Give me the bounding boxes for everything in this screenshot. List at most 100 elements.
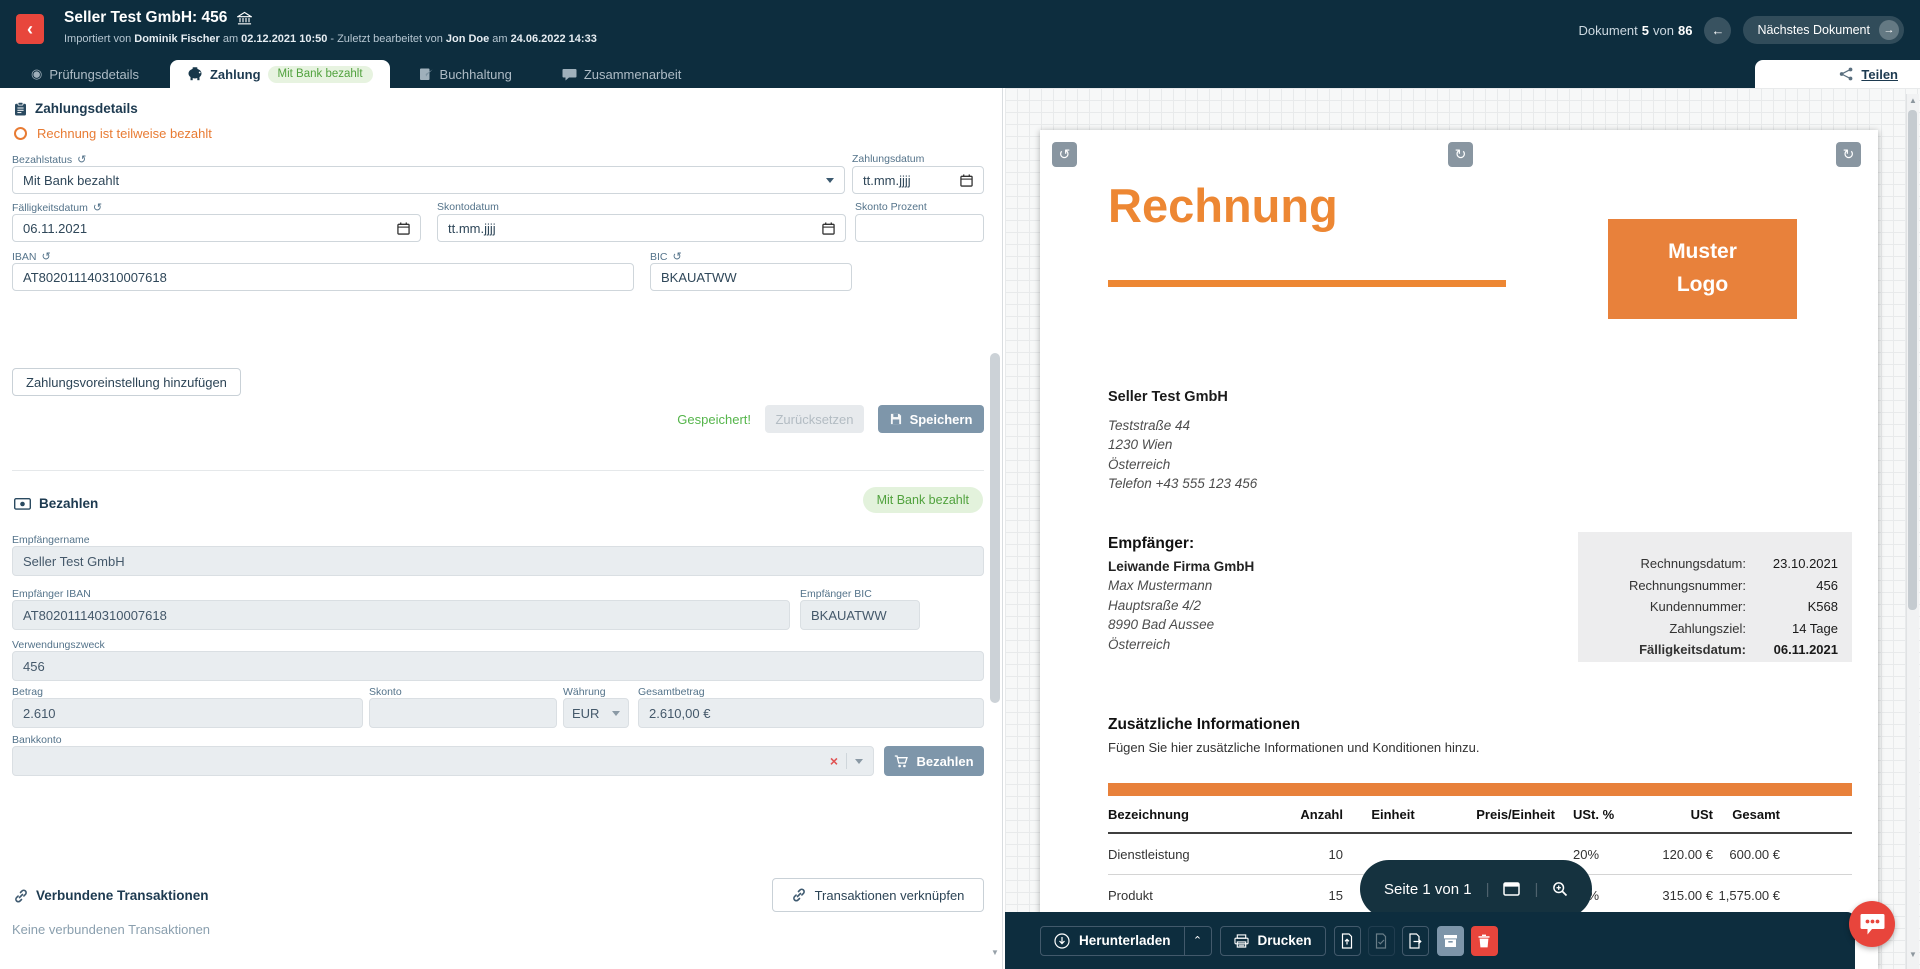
archive-button[interactable]	[1437, 926, 1464, 956]
page-indicator-pill: Seite 1 von 1 | |	[1360, 860, 1592, 918]
doc-total: 86	[1678, 23, 1692, 38]
saved-message: Gespeichert!	[677, 412, 751, 427]
chevron-up-icon: ⌃	[1193, 934, 1202, 947]
bic-input[interactable]: BKAUATWW	[650, 263, 852, 291]
chevron-down-icon[interactable]	[855, 759, 863, 764]
calendar-icon[interactable]	[960, 174, 973, 187]
calendar-icon[interactable]	[822, 222, 835, 235]
editor-name: Jon Doe	[446, 33, 489, 45]
print-button[interactable]: Drucken	[1220, 926, 1326, 956]
link-icon	[14, 889, 28, 903]
scroll-down-arrow-icon[interactable]: ▼	[1909, 950, 1917, 959]
save-floppy-icon	[890, 413, 902, 425]
export-file-button[interactable]	[1402, 926, 1429, 956]
bankkonto-select[interactable]: ×	[12, 746, 874, 776]
scroll-up-arrow-icon[interactable]: ▲	[1909, 96, 1917, 105]
viewer-scrollbar-thumb[interactable]	[1908, 110, 1917, 610]
share-block: Teilen	[1755, 60, 1920, 88]
iban-label: IBAN	[12, 251, 37, 263]
tab-bar: ◉ Prüfungsdetails Zahlung Mit Bank bezah…	[0, 60, 1920, 88]
iban-input[interactable]: AT802011140310007618	[12, 263, 634, 291]
arrow-right-icon: →	[1879, 20, 1899, 40]
empfaenger-iban-input: AT802011140310007618	[12, 600, 790, 630]
table-accent-bar	[1108, 783, 1852, 796]
divider	[846, 753, 847, 769]
edit-date: 24.06.2022 14:33	[511, 33, 597, 45]
download-options-button[interactable]: ⌃	[1185, 926, 1212, 956]
rotate-ccw-button[interactable]: ↺	[1052, 142, 1077, 167]
previous-document-button[interactable]: ←	[1704, 17, 1731, 44]
arrow-left-icon: ←	[1711, 23, 1724, 38]
next-document-button[interactable]: Nächstes Dokument →	[1743, 16, 1904, 44]
waehrung-label: Währung	[563, 686, 606, 698]
sender-address-block: Seller Test GmbH Teststraße 44 1230 Wien…	[1108, 388, 1257, 494]
additional-info-heading: Zusätzliche Informationen	[1108, 716, 1300, 734]
download-button[interactable]: Herunterladen	[1040, 926, 1185, 956]
recipient-address-block: Empfänger: Leiwande Firma GmbH Max Muste…	[1108, 534, 1254, 654]
pay-button[interactable]: Bezahlen	[884, 746, 984, 776]
page-indicator: Seite 1 von 1	[1384, 881, 1472, 898]
viewer-toolbar: Herunterladen ⌃ Drucken	[1005, 912, 1855, 969]
bezahlstatus-label: Bezahlstatus	[12, 154, 72, 166]
left-scrollbar-thumb[interactable]	[990, 353, 1000, 703]
tab-buchhaltung[interactable]: Buchhaltung	[402, 60, 529, 88]
file-up-icon	[1340, 933, 1354, 949]
bezahlstatus-select[interactable]: Mit Bank bezahlt	[12, 166, 845, 194]
additional-info-text: Fügen Sie hier zusätzliche Informationen…	[1108, 740, 1479, 755]
no-transactions-message: Keine verbundenen Transaktionen	[12, 922, 210, 937]
empfaenger-bic-label: Empfänger BIC	[800, 588, 872, 600]
zahlungsdatum-label: Zahlungsdatum	[852, 153, 924, 165]
tab-pruefungsdetails[interactable]: ◉ Prüfungsdetails	[14, 60, 156, 88]
support-chat-button[interactable]	[1849, 901, 1895, 947]
bank-icon	[237, 11, 252, 26]
chevron-down-icon	[612, 711, 620, 716]
share-link[interactable]: Teilen	[1861, 67, 1898, 82]
refresh-button[interactable]: ↻	[1448, 142, 1473, 167]
clipboard-icon	[14, 102, 27, 116]
reset-button[interactable]: Zurücksetzen	[765, 405, 864, 433]
clear-x-icon[interactable]: ×	[830, 753, 838, 769]
section-title-bezahlen: Bezahlen	[39, 496, 98, 511]
empfaenger-bic-input: BKAUATWW	[800, 600, 920, 630]
fit-window-icon[interactable]	[1503, 882, 1520, 896]
save-button[interactable]: Speichern	[878, 405, 984, 433]
verwendungszweck-input: 456	[12, 651, 984, 681]
page-title: Seller Test GmbH: 456	[64, 9, 227, 27]
faelligkeitsdatum-label: Fälligkeitsdatum	[12, 202, 88, 214]
pdf-viewer-panel: ↺ ↻ ↻ Rechnung Muster Logo Seller Test G…	[1005, 88, 1920, 969]
skonto-input	[369, 698, 557, 728]
import-date: 02.12.2021 10:50	[241, 33, 327, 45]
bankkonto-label: Bankkonto	[12, 734, 62, 746]
section-title-transaktionen: Verbundene Transaktionen	[36, 888, 209, 903]
history-icon: ↺	[77, 153, 86, 166]
replace-file-button[interactable]	[1334, 926, 1361, 956]
back-button[interactable]: ‹	[16, 14, 44, 44]
download-icon	[1054, 933, 1070, 949]
zahlungsdatum-input[interactable]: tt.mm.jjjj	[852, 166, 984, 194]
tab-zahlung[interactable]: Zahlung Mit Bank bezahlt	[170, 60, 390, 88]
ledger-icon	[419, 67, 433, 81]
verwendungszweck-label: Verwendungszweck	[12, 639, 105, 651]
calendar-icon[interactable]	[397, 222, 410, 235]
faelligkeitsdatum-input[interactable]: 06.11.2021	[12, 214, 421, 242]
top-header: ‹ Seller Test GmbH: 456 Importiert von D…	[0, 0, 1920, 60]
rotate-cw-button[interactable]: ↻	[1836, 142, 1861, 167]
skontodatum-input[interactable]: tt.mm.jjjj	[437, 214, 846, 242]
delete-button[interactable]	[1471, 926, 1498, 956]
partial-paid-alert: Rechnung ist teilweise bezahlt	[37, 126, 212, 141]
history-icon: ↺	[93, 201, 102, 214]
add-payment-preset-button[interactable]: Zahlungsvoreinstellung hinzufügen	[12, 368, 241, 396]
skonto-label: Skonto	[369, 686, 402, 698]
importer-name: Dominik Fischer	[134, 33, 220, 45]
doc-current: 5	[1642, 23, 1649, 38]
zoom-in-icon[interactable]	[1552, 881, 1568, 897]
skonto-prozent-input[interactable]	[855, 214, 984, 242]
betrag-label: Betrag	[12, 686, 43, 698]
tab-zusammenarbeit[interactable]: Zusammenarbeit	[545, 60, 699, 88]
link-transactions-button[interactable]: Transaktionen verknüpfen	[772, 878, 984, 912]
file-check-icon	[1374, 933, 1388, 949]
paid-status-badge: Mit Bank bezahlt	[863, 487, 983, 513]
scroll-down-arrow-icon[interactable]: ▼	[991, 948, 999, 957]
archive-icon	[1443, 934, 1458, 948]
trash-icon	[1478, 934, 1490, 948]
